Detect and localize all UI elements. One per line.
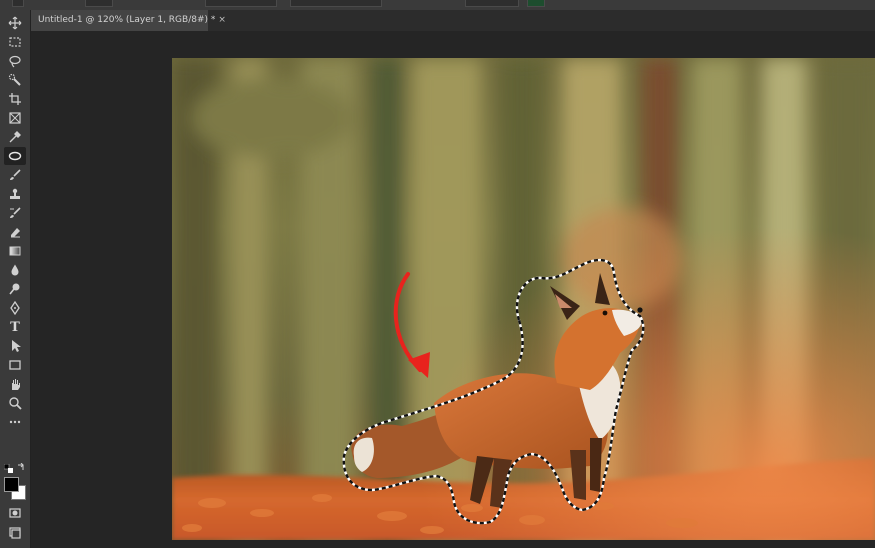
options-bar-swatch[interactable]	[527, 0, 545, 7]
quick-mask-icon	[9, 508, 21, 518]
document-tab-bar: Untitled-1 @ 120% (Layer 1, RGB/8#) * ×	[31, 10, 875, 31]
brush-tool[interactable]	[4, 166, 26, 184]
crop-icon	[9, 93, 21, 105]
quick-selection-icon	[8, 73, 21, 86]
document-tab[interactable]: Untitled-1 @ 120% (Layer 1, RGB/8#) * ×	[31, 10, 226, 31]
blur-drop-icon	[11, 264, 19, 276]
clone-stamp-tool[interactable]	[4, 185, 26, 203]
pen-icon	[10, 301, 20, 315]
hand-icon	[12, 379, 20, 390]
tab-close-icon[interactable]: ×	[218, 15, 226, 25]
options-bar-control[interactable]	[85, 0, 113, 7]
lasso-tool[interactable]	[4, 52, 26, 70]
screen-mode-icon	[9, 527, 21, 539]
fox-photo	[172, 58, 875, 540]
lasso-icon	[9, 55, 21, 68]
options-bar-control[interactable]	[12, 0, 24, 7]
swap-colors-icon[interactable]	[16, 463, 26, 473]
options-bar-control[interactable]	[465, 0, 519, 7]
move-icon	[8, 16, 22, 30]
frame-tool[interactable]	[4, 109, 26, 127]
dodge-icon	[9, 283, 20, 295]
gradient-icon	[9, 246, 21, 256]
history-brush-tool[interactable]	[4, 204, 26, 222]
zoom-tool[interactable]	[4, 394, 26, 412]
rectangle-shape-icon	[9, 360, 21, 370]
options-bar-control[interactable]	[290, 0, 382, 7]
foreground-color-swatch[interactable]	[4, 477, 19, 492]
healing-icon	[8, 151, 22, 161]
blur-tool[interactable]	[4, 261, 26, 279]
marquee-tool[interactable]	[4, 33, 26, 51]
frame-icon	[9, 112, 21, 124]
screen-mode-button[interactable]	[4, 524, 26, 542]
stamp-icon	[10, 188, 20, 199]
dodge-tool[interactable]	[4, 280, 26, 298]
crop-tool[interactable]	[4, 90, 26, 108]
rectangle-marquee-icon	[9, 37, 21, 47]
default-colors-icon[interactable]	[4, 464, 14, 474]
tools-panel: T	[0, 10, 31, 548]
spot-healing-tool[interactable]	[4, 147, 26, 165]
type-tool[interactable]: T	[4, 318, 26, 336]
history-brush-icon	[10, 207, 21, 218]
eraser-icon	[11, 228, 20, 238]
brush-icon	[10, 169, 21, 180]
more-tools[interactable]	[4, 413, 26, 431]
quick-selection-tool[interactable]	[4, 71, 26, 89]
quick-mask-button[interactable]	[4, 504, 26, 522]
eyedropper-tool[interactable]	[4, 128, 26, 146]
ellipsis-icon	[9, 420, 21, 424]
path-selection-tool[interactable]	[4, 337, 26, 355]
path-selection-icon	[12, 340, 21, 352]
gradient-tool[interactable]	[4, 242, 26, 260]
eyedropper-icon	[9, 131, 21, 143]
options-bar-control[interactable]	[205, 0, 277, 7]
zoom-icon	[9, 397, 22, 410]
document-canvas[interactable]	[172, 58, 875, 540]
rectangle-tool[interactable]	[4, 356, 26, 374]
hand-tool[interactable]	[4, 375, 26, 393]
type-icon: T	[10, 319, 20, 335]
eraser-tool[interactable]	[4, 223, 26, 241]
document-tab-title: Untitled-1 @ 120% (Layer 1, RGB/8#) *	[38, 15, 216, 25]
pen-tool[interactable]	[4, 299, 26, 317]
move-tool[interactable]	[4, 14, 26, 32]
